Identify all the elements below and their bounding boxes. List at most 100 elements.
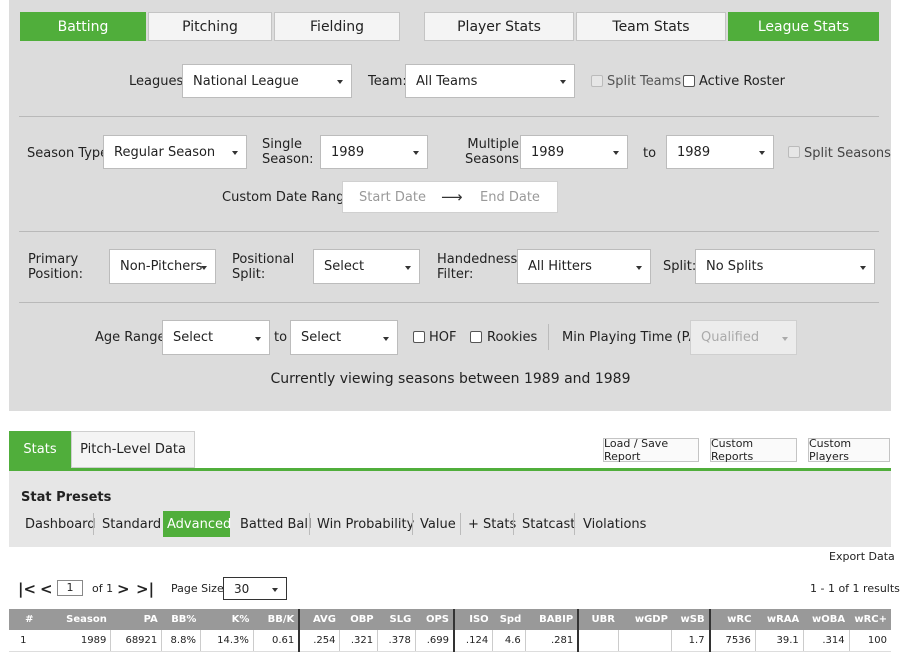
cell-pa: 68921 xyxy=(110,630,163,652)
tab-league-stats[interactable]: League Stats xyxy=(728,12,879,41)
multiple-seasons-label: Multiple Seasons: xyxy=(465,137,524,167)
tab-batting[interactable]: Batting xyxy=(20,12,146,41)
leagues-label: Leagues: xyxy=(129,74,188,89)
cell-wsb: 1.7 xyxy=(671,630,711,652)
tab-pitch-level-data[interactable]: Pitch-Level Data xyxy=(71,431,195,468)
col-header-wgdp[interactable]: wGDP xyxy=(618,609,672,630)
tab-fielding[interactable]: Fielding xyxy=(274,12,400,41)
cell-wraa: 39.1 xyxy=(755,630,804,652)
age-from-value: Select xyxy=(173,330,214,345)
col-header-woba[interactable]: wOBA xyxy=(803,609,850,630)
age-range-label: Age Range: xyxy=(95,330,170,345)
col-header-slg[interactable]: SLG xyxy=(377,609,416,630)
cell-wrc-plus: 100 xyxy=(849,630,891,652)
col-header-ops[interactable]: OPS xyxy=(415,609,455,630)
col-header-wrc[interactable]: wRC xyxy=(709,609,756,630)
divider xyxy=(93,513,94,535)
multi-season-to-select[interactable]: 1989 xyxy=(666,135,774,169)
cell-iso: .124 xyxy=(454,630,494,652)
col-header-bb-pct[interactable]: BB% xyxy=(161,609,201,630)
cell-bb-pct: 8.8% xyxy=(161,630,201,652)
col-header-pa[interactable]: PA xyxy=(110,609,162,630)
tab-player-stats[interactable]: Player Stats xyxy=(424,12,574,41)
active-roster-checkbox[interactable] xyxy=(683,75,695,87)
custom-players-button[interactable]: Custom Players xyxy=(808,437,890,463)
split-teams-checkbox[interactable] xyxy=(591,75,603,87)
single-season-value: 1989 xyxy=(331,144,365,160)
col-header-babip[interactable]: BABIP xyxy=(525,609,580,630)
preset-plus-stats[interactable]: + Stats xyxy=(464,511,520,537)
age-from-select[interactable]: Select xyxy=(162,320,270,355)
age-to-value: Select xyxy=(301,330,342,345)
first-page-icon[interactable]: |< xyxy=(18,580,36,598)
tab-stats[interactable]: Stats xyxy=(9,431,71,468)
col-header-wrc-plus[interactable]: wRC+ xyxy=(849,609,891,630)
preset-statcast[interactable]: Statcast xyxy=(518,511,579,537)
handedness-filter-label: Handedness Filter: xyxy=(437,252,518,282)
cell-slg: .378 xyxy=(377,630,416,652)
load-save-report-button[interactable]: Load / Save Report xyxy=(603,437,699,463)
col-header-avg[interactable]: AVG xyxy=(299,609,340,630)
divider xyxy=(412,513,413,535)
handedness-select[interactable]: All Hitters xyxy=(517,249,651,284)
cell-wrc: 7536 xyxy=(709,630,756,652)
min-playing-time-select[interactable]: Qualified xyxy=(690,320,797,355)
split-select[interactable]: No Splits xyxy=(695,249,875,284)
divider xyxy=(19,116,879,117)
divider xyxy=(548,324,549,350)
preset-standard[interactable]: Standard xyxy=(98,511,165,537)
col-header-wsb[interactable]: wSB xyxy=(671,609,711,630)
positional-split-select[interactable]: Select xyxy=(313,249,420,284)
tab-team-stats[interactable]: Team Stats xyxy=(576,12,726,41)
season-type-select[interactable]: Regular Season xyxy=(103,135,247,169)
col-header-season[interactable]: Season xyxy=(37,609,111,630)
start-date-input[interactable]: Start Date xyxy=(359,190,426,205)
end-date-input[interactable]: End Date xyxy=(480,190,540,205)
chevron-down-icon xyxy=(860,265,866,270)
preset-advanced[interactable]: Advanced xyxy=(163,511,231,537)
preset-win-probability[interactable]: Win Probability xyxy=(313,511,418,537)
chevron-down-icon xyxy=(255,336,261,341)
chevron-down-icon xyxy=(201,265,207,270)
col-header-rank[interactable]: # xyxy=(9,609,38,630)
preset-dashboard[interactable]: Dashboard xyxy=(21,511,100,537)
col-header-k-pct[interactable]: K% xyxy=(200,609,254,630)
export-data-link[interactable]: Export Data xyxy=(829,550,895,563)
preset-value[interactable]: Value xyxy=(416,511,460,537)
cell-avg: .254 xyxy=(299,630,341,652)
leagues-select-value: National League xyxy=(193,73,299,89)
positional-split-value: Select xyxy=(324,259,365,274)
age-to-select[interactable]: Select xyxy=(290,320,398,355)
single-season-select[interactable]: 1989 xyxy=(320,135,428,169)
multi-season-from-select[interactable]: 1989 xyxy=(520,135,628,169)
team-label: Team: xyxy=(368,74,407,89)
hof-checkbox[interactable] xyxy=(413,331,425,343)
page-number-input[interactable]: 1 xyxy=(57,580,83,596)
leagues-select[interactable]: National League xyxy=(182,64,352,98)
col-header-wraa[interactable]: wRAA xyxy=(755,609,804,630)
prev-page-icon[interactable]: < xyxy=(40,580,53,598)
primary-position-label: Primary Position: xyxy=(28,252,83,282)
split-seasons-checkbox[interactable] xyxy=(788,146,800,158)
page-size-select[interactable]: 30 xyxy=(223,577,287,600)
cell-season[interactable]: 1989 xyxy=(37,630,112,652)
custom-reports-button[interactable]: Custom Reports xyxy=(710,437,797,463)
primary-position-select[interactable]: Non-Pitchers xyxy=(109,249,216,284)
cell-woba: .314 xyxy=(803,630,850,652)
next-page-icon[interactable]: > xyxy=(117,580,130,598)
team-select[interactable]: All Teams xyxy=(405,64,575,98)
preset-violations[interactable]: Violations xyxy=(579,511,650,537)
col-header-spd[interactable]: Spd xyxy=(492,609,526,630)
preset-batted-ball[interactable]: Batted Ball xyxy=(236,511,316,537)
tab-pitching[interactable]: Pitching xyxy=(148,12,272,41)
col-header-bb-k[interactable]: BB/K xyxy=(253,609,301,630)
col-header-ubr[interactable]: UBR xyxy=(578,609,619,630)
cell-obp: .321 xyxy=(339,630,379,652)
team-select-value: All Teams xyxy=(416,73,478,89)
last-page-icon[interactable]: >| xyxy=(136,580,154,598)
rookies-checkbox[interactable] xyxy=(470,331,482,343)
season-type-label: Season Type: xyxy=(27,146,113,161)
col-header-obp[interactable]: OBP xyxy=(339,609,378,630)
cell-bb-k: 0.61 xyxy=(253,630,301,652)
col-header-iso[interactable]: ISO xyxy=(454,609,493,630)
